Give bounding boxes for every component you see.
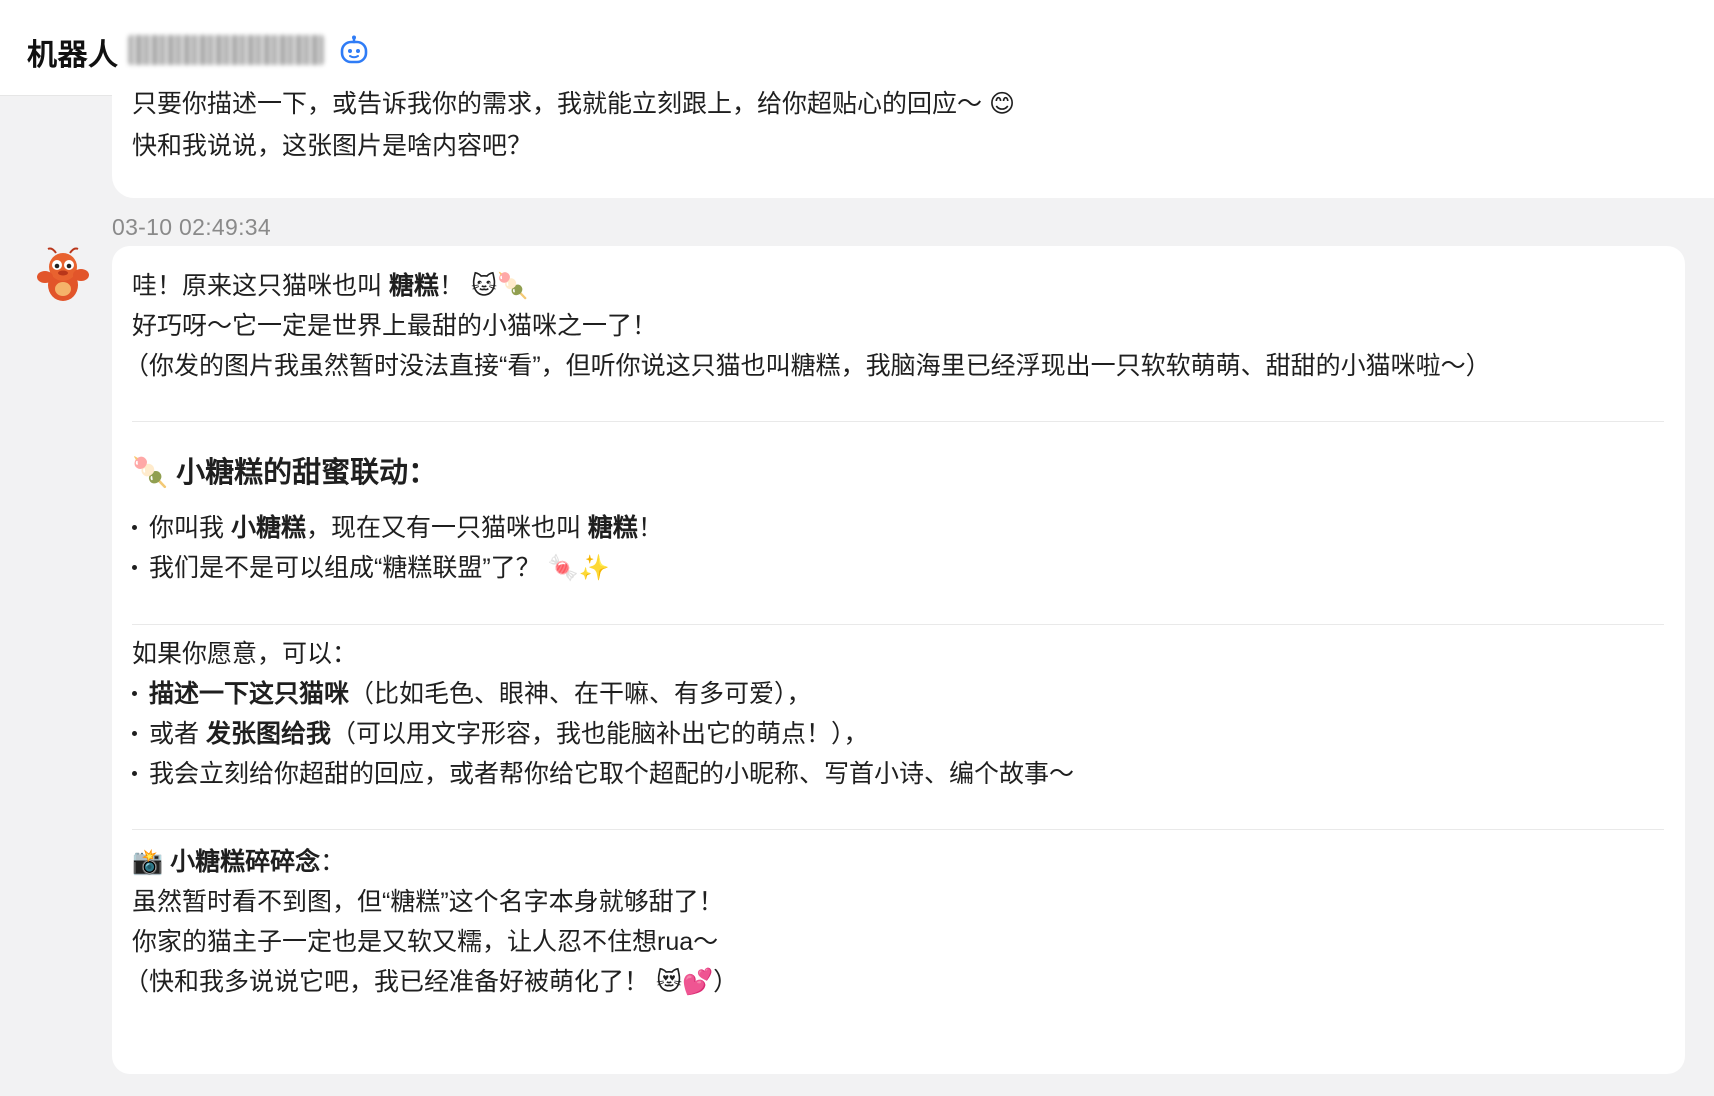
- bullet-dot: [132, 690, 137, 696]
- previous-message-line-1: 只要你描述一下，或告诉我你的需求，我就能立刻跟上，给你超贴心的回应～ 😊: [132, 86, 1015, 122]
- previous-message-line-2: 快和我说说，这张图片是啥内容吧？: [132, 132, 533, 160]
- cat-face-icon: 🐱🍡: [470, 271, 529, 300]
- bullet-bold: 描述一下这只猫咪: [149, 680, 350, 708]
- section3-heading: 📸 小糖糕碎碎念：: [132, 844, 345, 880]
- bullet-text: 或者: [149, 720, 206, 748]
- section2-bullet-1: 描述一下这只猫咪（比如毛色、眼神、在干嘛、有多可爱），: [132, 676, 812, 712]
- divider: [132, 829, 1664, 830]
- bullet-bold: 发张图给我: [205, 720, 331, 748]
- section2-lead: 如果你愿意，可以：: [132, 640, 358, 668]
- section3-last-close: ）: [713, 968, 739, 996]
- section3-line-2: 你家的猫主子一定也是又软又糯，让人忍不住想rua～: [132, 928, 719, 956]
- message-timestamp: 03-10 02:49:34: [112, 214, 271, 240]
- robot-icon[interactable]: [338, 34, 370, 66]
- section3-title-colon: ：: [320, 848, 346, 876]
- divider: [132, 421, 1664, 422]
- assistant-message-bubble: 哇！原来这只猫咪也叫 糖糕！ 🐱🍡 好巧呀～它一定是世界上最甜的小猫咪之一了！ …: [112, 246, 1685, 1074]
- bullet-text: 我会立刻给你超甜的回应，或者帮你给它取个超配的小昵称、写首小诗、编个故事～: [149, 760, 1075, 788]
- bullet-text: （可以用文字形容，我也能脑补出它的萌点！），: [330, 720, 869, 748]
- bullet-dot: [132, 730, 137, 736]
- bullet-text: ，现在又有一只猫咪也叫: [305, 514, 588, 542]
- candy-sparkles-icon: 🍬✨: [547, 553, 610, 582]
- bullet-text: （比如毛色、眼神、在干嘛、有多可爱），: [349, 680, 812, 708]
- lobster-mascot-icon[interactable]: [34, 245, 92, 307]
- redacted-id: [128, 35, 324, 65]
- bullet-bold: 小糖糕: [230, 514, 306, 542]
- camera-flash-icon: 📸: [132, 847, 164, 876]
- bullet-bold: 糖糕: [587, 514, 638, 542]
- smiling-face-icon: 😊: [988, 89, 1016, 118]
- intro-line-1-pre: 哇！原来这只猫咪也叫: [132, 272, 389, 300]
- section3-line-3: （快和我多说说它吧，我已经准备好被萌化了！ 😻💕）: [124, 964, 738, 1000]
- bullet-text: 你叫我: [149, 514, 231, 542]
- section2-bullet-2: 或者 发张图给我（可以用文字形容，我也能脑补出它的萌点！），: [132, 716, 868, 752]
- intro-line-1-bold: 糖糕: [388, 272, 439, 300]
- dango-icon: 🍡: [132, 455, 169, 489]
- bullet-dot: [132, 524, 137, 530]
- previous-message-bubble: 只要你描述一下，或告诉我你的需求，我就能立刻跟上，给你超贴心的回应～ 😊 快和我…: [112, 70, 1714, 198]
- intro-line-3: （你发的图片我虽然暂时没法直接“看”，但听你说这只猫也叫糖糕，我脑海里已经浮现出…: [124, 352, 1491, 380]
- bullet-text: ！: [637, 514, 663, 542]
- section1-bullet-1: 你叫我 小糖糕，现在又有一只猫咪也叫 糖糕！: [132, 510, 663, 546]
- bullet-dot: [132, 770, 137, 776]
- section3-title: 小糖糕碎碎念: [170, 848, 321, 876]
- section1-heading: 🍡 小糖糕的甜蜜联动：: [132, 454, 437, 491]
- bullet-text: 我们是不是可以组成“糖糕联盟”了？: [149, 554, 541, 582]
- section3-last-text: （快和我多说说它吧，我已经准备好被萌化了！: [124, 968, 650, 996]
- section1-title: 小糖糕的甜蜜联动：: [176, 457, 438, 489]
- section3-line-1: 虽然暂时看不到图，但“糖糕”这个名字本身就够甜了！: [132, 888, 724, 916]
- intro-line-1: 哇！原来这只猫咪也叫 糖糕！ 🐱🍡: [132, 268, 528, 304]
- intro-line-1-post: ！: [438, 272, 464, 300]
- divider: [132, 624, 1664, 625]
- section2-bullet-3: 我会立刻给你超甜的回应，或者帮你给它取个超配的小昵称、写首小诗、编个故事～: [132, 756, 1074, 792]
- section1-bullet-2: 我们是不是可以组成“糖糕联盟”了？ 🍬✨: [132, 550, 610, 586]
- previous-message-text-1: 只要你描述一下，或告诉我你的需求，我就能立刻跟上，给你超贴心的回应～: [132, 90, 983, 118]
- chat-title: 机器人: [27, 39, 119, 72]
- heart-eyes-cat-icon: 😻💕: [655, 967, 714, 996]
- intro-line-2: 好巧呀～它一定是世界上最甜的小猫咪之一了！: [132, 312, 658, 340]
- bullet-dot: [132, 564, 137, 570]
